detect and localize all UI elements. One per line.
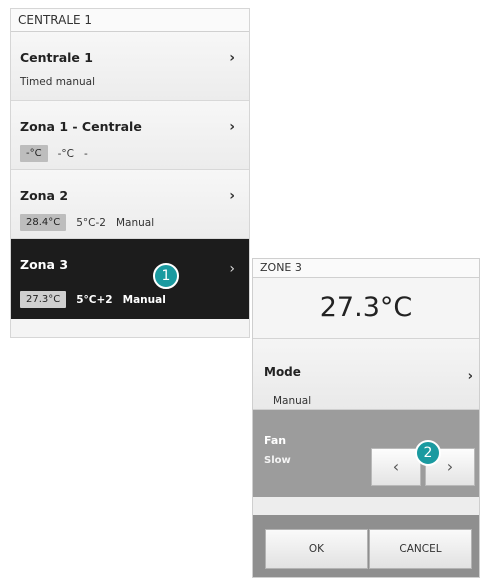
list-item-title: Centrale 1 [20, 50, 93, 65]
temperature-badge: 28.4°C [20, 214, 67, 231]
setpoint-text: 5°C-2 [76, 216, 106, 229]
mode-text: Manual [122, 293, 166, 306]
list-item-centrale-1[interactable]: Centrale 1 › Timed manual [11, 32, 249, 101]
action-bar: OK CANCEL [253, 515, 479, 577]
panel-title: CENTRALE 1 [11, 9, 249, 32]
setpoint-text: 5°C+2 [76, 293, 113, 306]
list-item-title: Zona 1 - Centrale [20, 119, 142, 134]
list-item-zona-3[interactable]: Zona 3 › 27.3°C 5°C+2 Manual [11, 239, 249, 319]
list-item-zona-2[interactable]: Zona 2 › 28.4°C 5°C-2 Manual [11, 170, 249, 239]
mode-text: Manual [115, 216, 155, 229]
setpoint-text: -°C [57, 147, 74, 160]
chevron-right-icon: › [229, 188, 235, 204]
fan-control: Fan Slow ‹ › [253, 410, 479, 497]
fan-value: Slow [264, 455, 291, 466]
zone-detail-panel: ZONE 3 27.3°C Mode › Manual Fan Slow ‹ ›… [252, 258, 480, 578]
callout-badge-1: 1 [153, 263, 179, 289]
panel-title: ZONE 3 [253, 259, 479, 278]
fan-decrease-button[interactable]: ‹ [371, 448, 421, 486]
list-item-title: Zona 3 [20, 257, 69, 272]
list-item-title: Zona 2 [20, 188, 69, 203]
temperature-badge: 27.3°C [20, 291, 67, 308]
list-item-subtitle: -°C -°C - [20, 145, 88, 162]
callout-badge-2: 2 [415, 440, 441, 466]
mode-text: Timed manual [20, 76, 96, 88]
ok-button[interactable]: OK [265, 529, 368, 569]
mode-text: - [83, 147, 88, 160]
mode-value: Manual [273, 395, 312, 407]
list-item-zona-1[interactable]: Zona 1 - Centrale › -°C -°C - [11, 101, 249, 170]
chevron-right-icon: › [229, 119, 235, 135]
temperature-badge: -°C [20, 145, 48, 162]
list-item-subtitle: 28.4°C 5°C-2 Manual [20, 214, 154, 231]
chevron-right-icon: › [467, 369, 473, 384]
mode-label: Mode [264, 365, 301, 379]
mode-selector[interactable]: Mode › Manual [253, 339, 479, 410]
cancel-button[interactable]: CANCEL [369, 529, 472, 569]
temperature-readout: 27.3°C [253, 278, 479, 339]
chevron-right-icon: › [229, 261, 235, 277]
zone-list-panel: CENTRALE 1 Centrale 1 › Timed manual Zon… [10, 8, 250, 338]
chevron-left-icon: ‹ [392, 457, 400, 476]
list-item-subtitle: Timed manual [20, 76, 95, 88]
fan-label: Fan [264, 434, 287, 447]
chevron-right-icon: › [446, 457, 454, 476]
chevron-right-icon: › [229, 50, 235, 66]
list-item-subtitle: 27.3°C 5°C+2 Manual [20, 291, 166, 308]
